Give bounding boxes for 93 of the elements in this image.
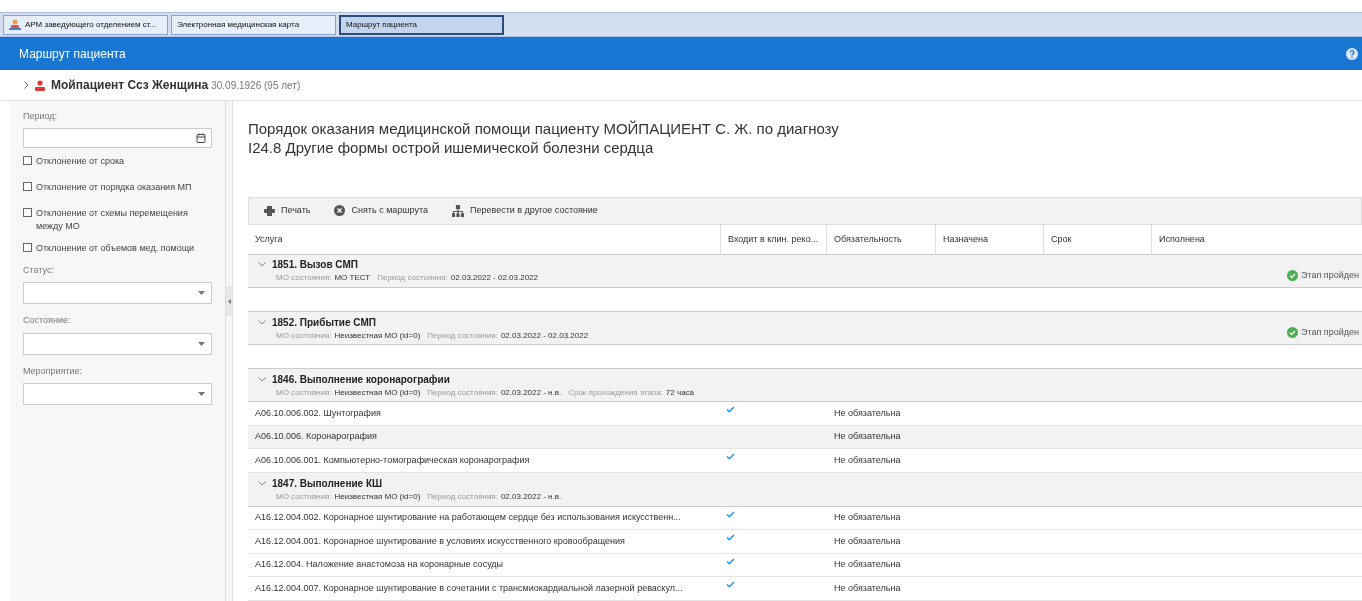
- field-label: Период состояния:: [427, 386, 498, 399]
- toolbar-button[interactable]: Снять с маршрута: [334, 204, 428, 218]
- stage-title: 1846. Выполнение коронарографии: [272, 372, 450, 387]
- field-value: 02.03.2022 - н.в.: [500, 386, 562, 399]
- close-circle-icon: [334, 205, 346, 217]
- check-circle-icon: [1287, 269, 1298, 281]
- field-label: Мероприятие:: [23, 364, 84, 378]
- window-tab[interactable]: Электронная медицинская карта: [171, 14, 336, 35]
- dropdown-field[interactable]: [23, 383, 212, 405]
- table-cell: A16.12.004.001. Коронарное шунтирование в условиях искусственного кровообращения: [255, 535, 625, 546]
- field-label: МО состояния:: [276, 329, 332, 342]
- table-row[interactable]: A06.10.006. Коронарография Не обязательна: [248, 425, 1362, 450]
- stage-title: 1847. Выполнение КШ: [272, 476, 383, 491]
- chevron-down-icon[interactable]: [258, 319, 266, 325]
- stage-status: Этап пройден: [1301, 325, 1359, 339]
- caret-left-icon: [227, 298, 231, 304]
- field-label: МО состояния:: [276, 386, 332, 399]
- group-row[interactable]: 1846. Выполнение коронарографии МО состояния: Неизвестная МО (id=0) Период состояния: 02.03.2022 - н.в. Срок прохождения этапа: 72 часа: [248, 368, 1362, 403]
- checkbox[interactable]: [23, 207, 32, 217]
- column-header[interactable]: Входит в клин. реко...: [720, 225, 826, 254]
- stage-title: 1851. Вызов СМП: [272, 258, 358, 273]
- table-cell: A16.12.004.002. Коронарное шунтирование на работающем сердце без использования искусственн...: [255, 512, 681, 523]
- field-value: Неизвестная МО (id=0): [334, 386, 421, 399]
- date-field[interactable]: [23, 127, 212, 148]
- field-label: Период состояния:: [377, 272, 448, 285]
- table-cell: A06.10.006.002. Шунтография: [255, 407, 381, 418]
- toolbar-button[interactable]: Перевести в другое состояние: [452, 204, 598, 218]
- patient-birth-date: 30.09.1926 (95 лет): [211, 78, 301, 93]
- table-cell: Не обязательна: [834, 535, 901, 546]
- field-label: Период состояния:: [427, 490, 498, 503]
- route-title: I24.8 Другие формы острой ишемической болезни сердца: [248, 138, 655, 157]
- field-value: 02.03.2022 - н.в.: [500, 490, 562, 503]
- table-cell: Не обязательна: [834, 455, 901, 466]
- field-value: 02.03.2022 - 02.03.2022: [450, 272, 538, 285]
- person-icon: [35, 79, 45, 91]
- field-value: 72 часа: [665, 386, 695, 399]
- page-title: Маршрут пациента: [19, 45, 126, 63]
- chevron-down-icon[interactable]: [258, 376, 266, 382]
- table-cell: A06.10.006. Коронарография: [255, 431, 377, 442]
- table-cell: A16.12.004.007. Коронарное шунтирование в сочетании с трансмиокардиальной лазерной реваскул...: [255, 582, 683, 593]
- field-label: Период состояния:: [427, 329, 498, 342]
- field-label: Срок прохождения этапа:: [568, 386, 663, 399]
- table-cell: A16.12.004. Наложение анастомоза на коронарные сосуды: [255, 559, 504, 570]
- dropdown-icon: [198, 291, 205, 295]
- stage-status: Этап пройден: [1301, 268, 1359, 282]
- field-value: 02.03.2022 - 02.03.2022: [500, 329, 589, 342]
- group-row[interactable]: 1851. Вызов СМП МО состояния: МО ТЕСТ Период состояния: 02.03.2022 - 02.03.2022 Этап пройден: [248, 254, 1362, 289]
- column-header[interactable]: Назначена: [935, 225, 1043, 254]
- checkbox[interactable]: [23, 155, 32, 165]
- checkbox-label: Отклонение от срока: [36, 154, 125, 168]
- chevron-down-icon[interactable]: [258, 262, 266, 268]
- toolbar-button[interactable]: Печать: [264, 204, 311, 218]
- column-header[interactable]: Обязательность: [826, 225, 935, 254]
- field-label: Состояние:: [23, 314, 72, 327]
- chevron-right-icon[interactable]: [24, 81, 29, 89]
- group-row[interactable]: 1847. Выполнение КШ МО состояния: Неизвестная МО (id=0) Период состояния: 02.03.2022 - н.в.: [248, 473, 1362, 507]
- column-header[interactable]: Срок: [1043, 225, 1151, 254]
- dropdown-icon: [198, 392, 205, 396]
- table-cell: A06.10.006.001. Компьютерно-томографическая коронарография: [255, 455, 530, 466]
- dropdown-field[interactable]: [23, 332, 212, 355]
- field-label: Период:: [23, 110, 59, 123]
- table-cell: Не обязательна: [834, 582, 901, 593]
- window-tab[interactable]: АРМ заведующего отделением ст...: [3, 14, 168, 35]
- calendar-icon: [196, 132, 206, 143]
- collapse-handle[interactable]: [226, 286, 232, 316]
- field-value: Неизвестная МО (id=0): [334, 329, 421, 342]
- table-cell: Не обязательна: [834, 512, 901, 523]
- checkbox-label: Отклонение от схемы перемещения между МО: [36, 206, 189, 233]
- checkbox[interactable]: [23, 181, 32, 191]
- patient-name: Мойпациент Ссз Женщина: [51, 77, 209, 94]
- dropdown-field[interactable]: [23, 282, 212, 304]
- checkbox-label: Отклонение от порядка оказания МП: [36, 180, 192, 194]
- stage-title: 1852. Прибытие СМП: [272, 315, 376, 330]
- hierarchy-icon: [452, 204, 464, 217]
- help-icon[interactable]: [1346, 47, 1358, 60]
- field-label: МО состояния:: [276, 272, 332, 285]
- table-cell: Не обязательна: [834, 407, 901, 418]
- field-label: МО состояния:: [276, 490, 332, 503]
- table-cell: Не обязательна: [834, 431, 901, 442]
- window-tab[interactable]: Маршрут пациента: [339, 14, 504, 35]
- checkbox[interactable]: [23, 242, 32, 252]
- column-header[interactable]: Исполнена: [1151, 225, 1362, 254]
- dropdown-icon: [198, 341, 205, 346]
- chevron-down-icon[interactable]: [258, 480, 266, 486]
- group-row[interactable]: 1852. Прибытие СМП МО состояния: Неизвестная МО (id=0) Период состояния: 02.03.2022 - 02.03.2022 Этап пройден: [248, 311, 1362, 346]
- checkbox-label: Отклонение от объемов мед. помощи: [36, 241, 195, 255]
- check-circle-icon: [1287, 326, 1298, 338]
- column-header[interactable]: Услуга: [248, 225, 720, 254]
- route-title: Порядок оказания медицинской помощи пациенту МОЙПАЦИЕНТ С. Ж. по диагнозу: [248, 119, 840, 138]
- field-label: Статус:: [23, 263, 55, 277]
- field-value: Неизвестная МО (id=0): [334, 490, 421, 503]
- table-cell: Не обязательна: [834, 559, 901, 570]
- field-value: МО ТЕСТ: [334, 272, 371, 285]
